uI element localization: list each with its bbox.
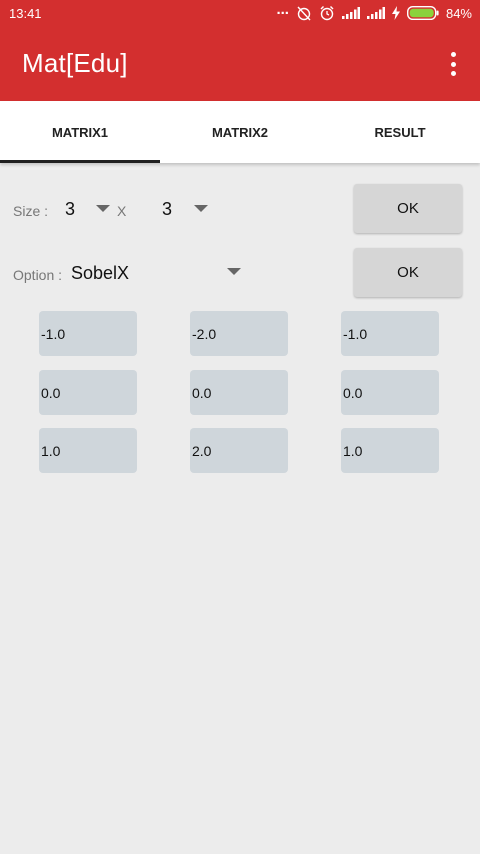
signal-icon-2 <box>366 7 385 19</box>
more-notifications-icon: ... <box>276 0 289 18</box>
signal-icon <box>341 7 360 19</box>
size-x-label: X <box>117 203 127 219</box>
app-bar: Mat[Edu] <box>0 26 480 101</box>
alarm-clock-icon <box>319 5 335 21</box>
tab-matrix2[interactable]: MATRIX2 <box>160 101 320 163</box>
matrix-cell[interactable]: 0.0 <box>39 370 137 415</box>
battery-percent: 84% <box>445 5 472 21</box>
cols-dropdown-arrow-icon[interactable] <box>194 205 208 212</box>
matrix-cell[interactable]: -2.0 <box>190 311 288 356</box>
status-icons: ... 84% <box>276 0 472 22</box>
alarm-off-icon <box>296 5 312 21</box>
option-dropdown-arrow-icon[interactable] <box>227 268 241 275</box>
option-ok-button[interactable]: OK <box>354 248 462 297</box>
matrix-cell[interactable]: 1.0 <box>39 428 137 473</box>
matrix-cell[interactable]: -1.0 <box>39 311 137 356</box>
app-title: Mat[Edu] <box>22 48 128 78</box>
cols-spinner[interactable]: 3 <box>162 199 172 220</box>
size-ok-button[interactable]: OK <box>354 184 462 233</box>
tab-result[interactable]: RESULT <box>320 101 480 163</box>
tab-matrix1[interactable]: MATRIX1 <box>0 101 160 163</box>
battery-icon <box>406 6 439 20</box>
option-label: Option : <box>13 267 63 283</box>
overflow-menu-icon[interactable] <box>448 52 458 76</box>
option-spinner[interactable]: SobelX <box>71 263 129 284</box>
rows-dropdown-arrow-icon[interactable] <box>96 205 110 212</box>
tab-bar: MATRIX1 MATRIX2 RESULT <box>0 101 480 163</box>
matrix-cell[interactable]: 0.0 <box>341 370 439 415</box>
status-time: 13:41 <box>9 6 42 21</box>
status-bar: 13:41 ... 84% <box>0 0 480 26</box>
matrix-cell[interactable]: 0.0 <box>190 370 288 415</box>
size-label: Size : <box>13 203 49 219</box>
matrix-cell[interactable]: -1.0 <box>341 311 439 356</box>
charging-icon <box>391 6 400 20</box>
rows-spinner[interactable]: 3 <box>65 199 75 220</box>
matrix-cell[interactable]: 1.0 <box>341 428 439 473</box>
matrix-cell[interactable]: 2.0 <box>190 428 288 473</box>
